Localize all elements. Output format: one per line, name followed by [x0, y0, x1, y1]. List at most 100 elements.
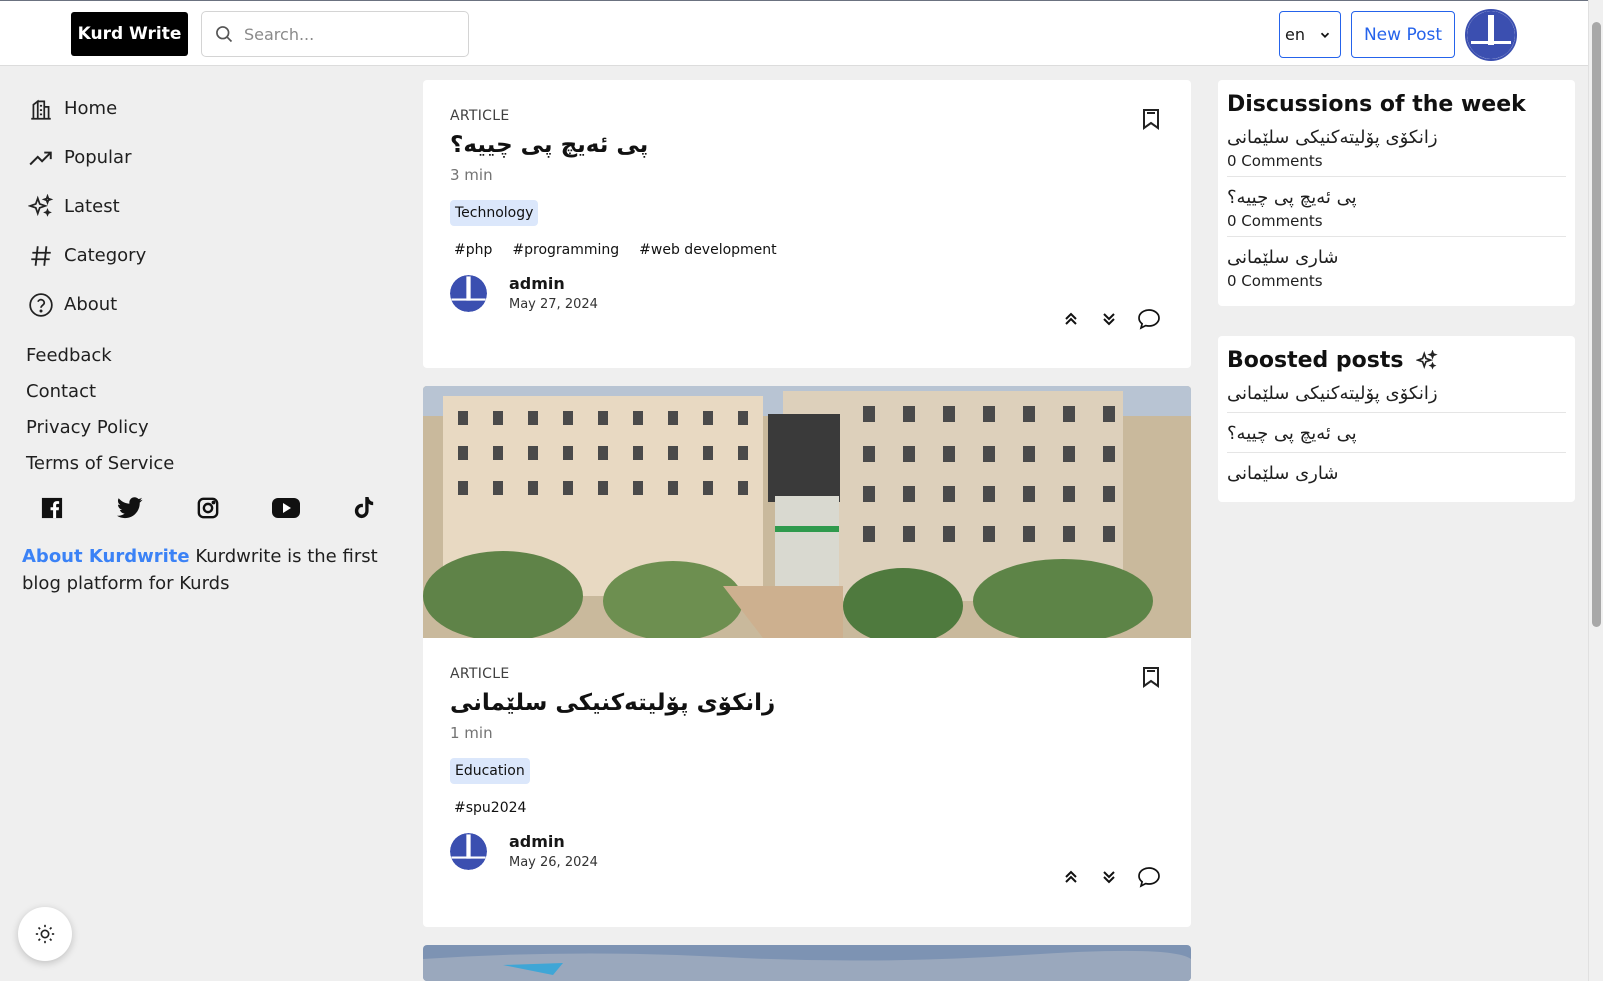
sidebar-item-label: Category	[64, 245, 147, 266]
sidebar-item-label: Home	[64, 98, 118, 119]
tiktok-icon[interactable]	[349, 493, 379, 523]
about-kurdwrite-link[interactable]: About Kurdwrite	[22, 546, 190, 567]
feedback-link[interactable]: Feedback	[26, 338, 174, 374]
post-author: admin May 27, 2024	[450, 274, 1164, 312]
boosted-heading: Boosted posts	[1227, 348, 1404, 373]
about-blurb: About Kurdwrite Kurdwrite is the first b…	[22, 543, 382, 597]
sidebar-item-home[interactable]: Home	[28, 84, 146, 133]
comment-count: 0 Comments	[1227, 152, 1323, 170]
search-icon	[216, 26, 233, 43]
contact-link[interactable]: Contact	[26, 374, 174, 410]
scrollbar-thumb[interactable]	[1592, 22, 1601, 627]
sun-icon	[35, 924, 55, 944]
boosted-heading-row: Boosted posts	[1227, 348, 1566, 373]
tag[interactable]: #php	[454, 242, 492, 258]
list-item[interactable]: شاری سلێمانی 0 Comments	[1227, 237, 1566, 296]
post-date: May 26, 2024	[509, 855, 598, 870]
post-date: May 27, 2024	[509, 297, 598, 312]
avatar[interactable]	[450, 832, 487, 870]
hashtag-icon	[31, 245, 51, 266]
upvote-icon[interactable]	[1061, 309, 1081, 329]
category-badge[interactable]: Technology	[450, 200, 539, 226]
discussion-title[interactable]: شاری سلێمانی	[1227, 247, 1566, 268]
sidebar-item-label: Latest	[64, 196, 120, 217]
home-icon	[31, 99, 51, 120]
tag-list: #php #programming #web development	[450, 242, 1164, 258]
sidebar-item-popular[interactable]: Popular	[28, 133, 146, 182]
twitter-icon[interactable]	[115, 493, 145, 523]
building-image	[423, 386, 1191, 638]
boosted-item[interactable]: زانکۆی پۆلیتەکنیکی سلێمانی	[1227, 373, 1566, 413]
tag[interactable]: #web development	[639, 242, 776, 258]
author-name[interactable]: admin	[509, 274, 598, 293]
bookmark-icon[interactable]	[1141, 108, 1161, 130]
youtube-icon[interactable]	[271, 493, 301, 523]
post-author: admin May 26, 2024	[450, 832, 1164, 870]
page-scrollbar[interactable]	[1588, 0, 1603, 981]
sidebar-item-label: Popular	[64, 147, 132, 168]
downvote-icon[interactable]	[1099, 309, 1119, 329]
sidebar-item-latest[interactable]: Latest	[28, 182, 146, 231]
search-box[interactable]	[201, 11, 469, 57]
comment-count: 0 Comments	[1227, 212, 1323, 230]
discussion-title[interactable]: زانکۆی پۆلیتەکنیکی سلێمانی	[1227, 127, 1566, 148]
post-actions	[1061, 308, 1161, 330]
instagram-icon[interactable]	[193, 493, 223, 523]
sparkles-icon	[1415, 349, 1438, 370]
read-time: 3 min	[450, 166, 493, 184]
bookmark-icon[interactable]	[1141, 666, 1161, 688]
discussions-heading: Discussions of the week	[1227, 92, 1526, 117]
sparkles-icon	[28, 193, 54, 217]
user-avatar[interactable]	[1465, 9, 1517, 61]
boosted-panel: Boosted posts زانکۆی پۆلیتەکنیکی سلێمانی…	[1218, 336, 1575, 502]
post-title[interactable]: زانکۆی پۆلیتەکنیکی سلێمانی	[450, 690, 775, 716]
downvote-icon[interactable]	[1099, 867, 1119, 887]
avatar[interactable]	[450, 274, 487, 312]
list-item[interactable]: زانکۆی پۆلیتەکنیکی سلێمانی 0 Comments	[1227, 117, 1566, 177]
list-item[interactable]: پی ئەیچ پی چییە؟ 0 Comments	[1227, 177, 1566, 237]
comment-icon[interactable]	[1137, 866, 1161, 888]
post-actions	[1061, 866, 1161, 888]
question-icon	[29, 292, 53, 317]
search-input[interactable]	[244, 24, 444, 44]
post-card[interactable]: ARTICLE زانکۆی پۆلیتەکنیکی سلێمانی 1 min…	[423, 386, 1191, 927]
avatar-icon	[1467, 11, 1515, 59]
terms-of-service-link[interactable]: Terms of Service	[26, 446, 174, 482]
top-bar: Kurd Write en New Post	[0, 0, 1588, 66]
post-card[interactable]	[423, 945, 1191, 981]
comment-count: 0 Comments	[1227, 272, 1323, 290]
tag[interactable]: #spu2024	[454, 800, 526, 816]
discussion-title[interactable]: پی ئەیچ پی چییە؟	[1227, 187, 1566, 208]
read-time: 1 min	[450, 724, 493, 742]
sidebar-nav: Home Popular Latest Category About	[28, 84, 146, 329]
tag-list: #spu2024	[450, 800, 1164, 816]
upvote-icon[interactable]	[1061, 867, 1081, 887]
comment-icon[interactable]	[1137, 308, 1161, 330]
post-thumbnail[interactable]	[423, 945, 1191, 981]
footer-links: Feedback Contact Privacy Policy Terms of…	[26, 338, 174, 482]
sidebar-item-about[interactable]: About	[28, 280, 146, 329]
site-logo[interactable]: Kurd Write	[71, 12, 188, 56]
language-select[interactable]: en	[1279, 11, 1341, 58]
post-type: ARTICLE	[450, 666, 510, 682]
boosted-item[interactable]: پی ئەیچ پی چییە؟	[1227, 413, 1566, 453]
new-post-button[interactable]: New Post	[1351, 11, 1455, 58]
discussions-panel: Discussions of the week زانکۆی پۆلیتەکنی…	[1218, 80, 1575, 306]
theme-toggle-button[interactable]	[18, 907, 72, 961]
sidebar-item-category[interactable]: Category	[28, 231, 146, 280]
trending-icon	[29, 151, 52, 165]
post-type: ARTICLE	[450, 108, 510, 124]
author-name[interactable]: admin	[509, 832, 598, 851]
category-badge[interactable]: Education	[450, 758, 530, 784]
post-title[interactable]: پی ئەیچ پی چییە؟	[450, 132, 648, 158]
facebook-icon[interactable]	[37, 493, 67, 523]
post-thumbnail[interactable]	[423, 386, 1191, 638]
language-value: en	[1285, 25, 1305, 44]
sidebar-item-label: About	[64, 294, 118, 315]
post-card[interactable]: ARTICLE پی ئەیچ پی چییە؟ 3 min Technolog…	[423, 80, 1191, 368]
privacy-policy-link[interactable]: Privacy Policy	[26, 410, 174, 446]
chevron-down-icon	[1320, 32, 1330, 38]
tag[interactable]: #programming	[512, 242, 619, 258]
social-links	[37, 493, 379, 523]
boosted-item[interactable]: شاری سلێمانی	[1227, 453, 1566, 492]
